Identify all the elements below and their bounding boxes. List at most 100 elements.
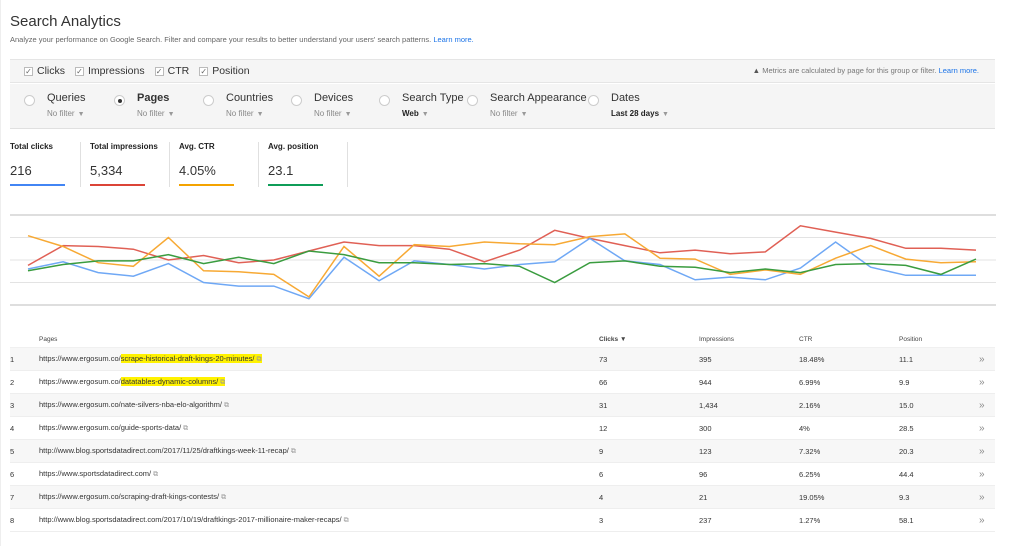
kpi-avg-position[interactable]: Avg. position 23.1 (268, 142, 348, 187)
row-index: 7 (10, 492, 15, 502)
cell-impressions: 395 (699, 354, 712, 364)
url-path: nate-silvers-nba-elo-algorithm/ (120, 400, 222, 409)
radio-icon[interactable] (203, 95, 214, 106)
table-row[interactable]: 8 http://www.blog.sportsdatadirect.com/20… (10, 509, 995, 532)
checkbox-icon[interactable]: ✓ (154, 66, 164, 76)
kpi-total-clicks[interactable]: Total clicks 216 (10, 142, 81, 187)
filter-dropdown[interactable]: No filter ▼ (314, 109, 353, 118)
filter-queries[interactable]: Queries No filter ▼ (24, 92, 86, 118)
page-url-link[interactable]: http://www.blog.sportsdatadirect.com/201… (39, 515, 349, 524)
radio-selected-icon[interactable] (114, 95, 125, 106)
page-url-cell: https://www.ergosum.co/scrape-historical… (39, 354, 599, 364)
toggle-clicks[interactable]: ✓ Clicks (24, 65, 65, 77)
notice-learn-more-link[interactable]: Learn more. (939, 66, 979, 75)
toggle-position[interactable]: ✓ Position (199, 65, 250, 77)
table-row[interactable]: 7 https://www.ergosum.co/scraping-draft-k… (10, 486, 995, 509)
filter-label: Search Appearance (490, 92, 587, 104)
header-pages[interactable]: Pages (39, 336, 599, 343)
row-expand-chevron-icon[interactable]: » (979, 377, 995, 388)
external-link-icon[interactable]: ⧉ (220, 379, 225, 386)
kpi-value: 23.1 (268, 163, 294, 178)
filter-dropdown[interactable]: No filter ▼ (226, 109, 273, 118)
checkbox-icon[interactable]: ✓ (199, 66, 209, 76)
external-link-icon[interactable]: ⧉ (221, 494, 226, 501)
filter-pages[interactable]: Pages No filter ▼ (114, 92, 175, 118)
radio-icon[interactable] (467, 95, 478, 106)
table-row[interactable]: 1 https://www.ergosum.co/scrape-historica… (10, 348, 995, 371)
page-url-link[interactable]: https://www.sportsdatadirect.com/⧉ (39, 469, 158, 478)
filter-bar: Queries No filter ▼ Pages No filter ▼ Coun… (10, 84, 995, 129)
url-base: https://www.ergosum.co/ (39, 354, 121, 363)
chevron-down-icon: ▼ (421, 111, 429, 118)
row-index: 1 (10, 354, 15, 364)
filter-label: Pages (137, 92, 170, 104)
row-expand-chevron-icon[interactable]: » (979, 354, 995, 365)
header-impressions[interactable]: Impressions (699, 336, 799, 343)
url-base: https://www.sportsdatadirect.com/ (39, 469, 152, 478)
page-url-link[interactable]: https://www.ergosum.co/nate-silvers-nba-… (39, 400, 229, 409)
cell-ctr: 6.99% (799, 377, 821, 387)
series-line-clicks[interactable] (27, 237, 976, 300)
filter-dates[interactable]: Dates Last 28 days ▼ (588, 92, 669, 118)
filter-devices[interactable]: Devices No filter ▼ (291, 92, 353, 118)
cell-position: 9.3 (899, 492, 910, 502)
filter-dropdown[interactable]: Last 28 days ▼ (611, 109, 669, 118)
page-url-link[interactable]: https://www.ergosum.co/scraping-draft-ki… (39, 492, 226, 501)
kpi-avg-ctr[interactable]: Avg. CTR 4.05% (179, 142, 259, 187)
radio-icon[interactable] (291, 95, 302, 106)
header-ctr[interactable]: CTR (799, 336, 899, 343)
page-url-link[interactable]: http://www.blog.sportsdatadirect.com/201… (39, 446, 296, 455)
row-expand-chevron-icon[interactable]: » (979, 469, 995, 480)
row-expand-chevron-icon[interactable]: » (979, 492, 995, 503)
learn-more-link[interactable]: Learn more. (433, 35, 473, 44)
toggle-label: Impressions (88, 65, 145, 77)
header-position[interactable]: Position (899, 336, 979, 343)
row-expand-chevron-icon[interactable]: » (979, 423, 995, 434)
filter-dropdown[interactable]: Web ▼ (402, 109, 464, 118)
kpi-value: 5,334 (90, 163, 123, 178)
filter-dropdown[interactable]: No filter ▼ (137, 109, 175, 118)
toggle-impressions[interactable]: ✓ Impressions (75, 65, 145, 77)
row-expand-chevron-icon[interactable]: » (979, 400, 995, 411)
external-link-icon[interactable]: ⧉ (344, 517, 349, 524)
table-row[interactable]: 6 https://www.sportsdatadirect.com/⧉ 6 96 6.… (10, 463, 995, 486)
external-link-icon[interactable]: ⧉ (291, 448, 296, 455)
kpi-label: Total clicks (10, 142, 53, 151)
table-row[interactable]: 2 https://www.ergosum.co/datatables-dynam… (10, 371, 995, 394)
kpi-color-bar (268, 184, 323, 186)
table-row[interactable]: 5 http://www.blog.sportsdatadirect.com/20… (10, 440, 995, 463)
filter-dropdown[interactable]: No filter ▼ (47, 109, 86, 118)
radio-icon[interactable] (24, 95, 35, 106)
row-expand-chevron-icon[interactable]: » (979, 446, 995, 457)
table-row[interactable]: 4 https://www.ergosum.co/guide-sports-dat… (10, 417, 995, 440)
external-link-icon[interactable]: ⧉ (224, 402, 229, 409)
page-url-link[interactable]: https://www.ergosum.co/scrape-historical… (39, 354, 262, 363)
kpi-label: Avg. CTR (179, 142, 215, 151)
filter-search-appearance[interactable]: Search Appearance No filter ▼ (467, 92, 587, 118)
page-url-link[interactable]: https://www.ergosum.co/guide-sports-data… (39, 423, 188, 432)
external-link-icon[interactable]: ⧉ (183, 425, 188, 432)
url-path: scraping-draft-kings-contests/ (120, 492, 220, 501)
performance-line-chart[interactable] (10, 205, 996, 315)
filter-search-type[interactable]: Search Type Web ▼ (379, 92, 464, 118)
cell-position: 20.3 (899, 446, 914, 456)
radio-icon[interactable] (588, 95, 599, 106)
header-clicks[interactable]: Clicks ▼ (599, 336, 699, 343)
search-analytics-page: Search Analytics Analyze your performanc… (0, 0, 1024, 546)
page-url-link[interactable]: https://www.ergosum.co/datatables-dynami… (39, 377, 226, 386)
cell-position: 11.1 (899, 354, 914, 364)
external-link-icon[interactable]: ⧉ (153, 471, 158, 478)
kpi-total-impressions[interactable]: Total impressions 5,334 (90, 142, 170, 187)
table-row[interactable]: 3 https://www.ergosum.co/nate-silvers-nba… (10, 394, 995, 417)
filter-countries[interactable]: Countries No filter ▼ (203, 92, 273, 118)
chevron-down-icon: ▼ (520, 111, 528, 118)
external-link-icon[interactable]: ⧉ (257, 356, 262, 363)
checkbox-icon[interactable]: ✓ (75, 66, 84, 76)
radio-icon[interactable] (379, 95, 390, 106)
row-expand-chevron-icon[interactable]: » (979, 515, 995, 526)
toggle-ctr[interactable]: ✓ CTR (154, 65, 189, 77)
filter-dropdown[interactable]: No filter ▼ (490, 109, 587, 118)
metrics-notice: ▲ Metrics are calculated by page for thi… (753, 66, 979, 75)
checkbox-icon[interactable]: ✓ (24, 66, 33, 76)
url-path: guide-sports-data/ (120, 423, 182, 432)
